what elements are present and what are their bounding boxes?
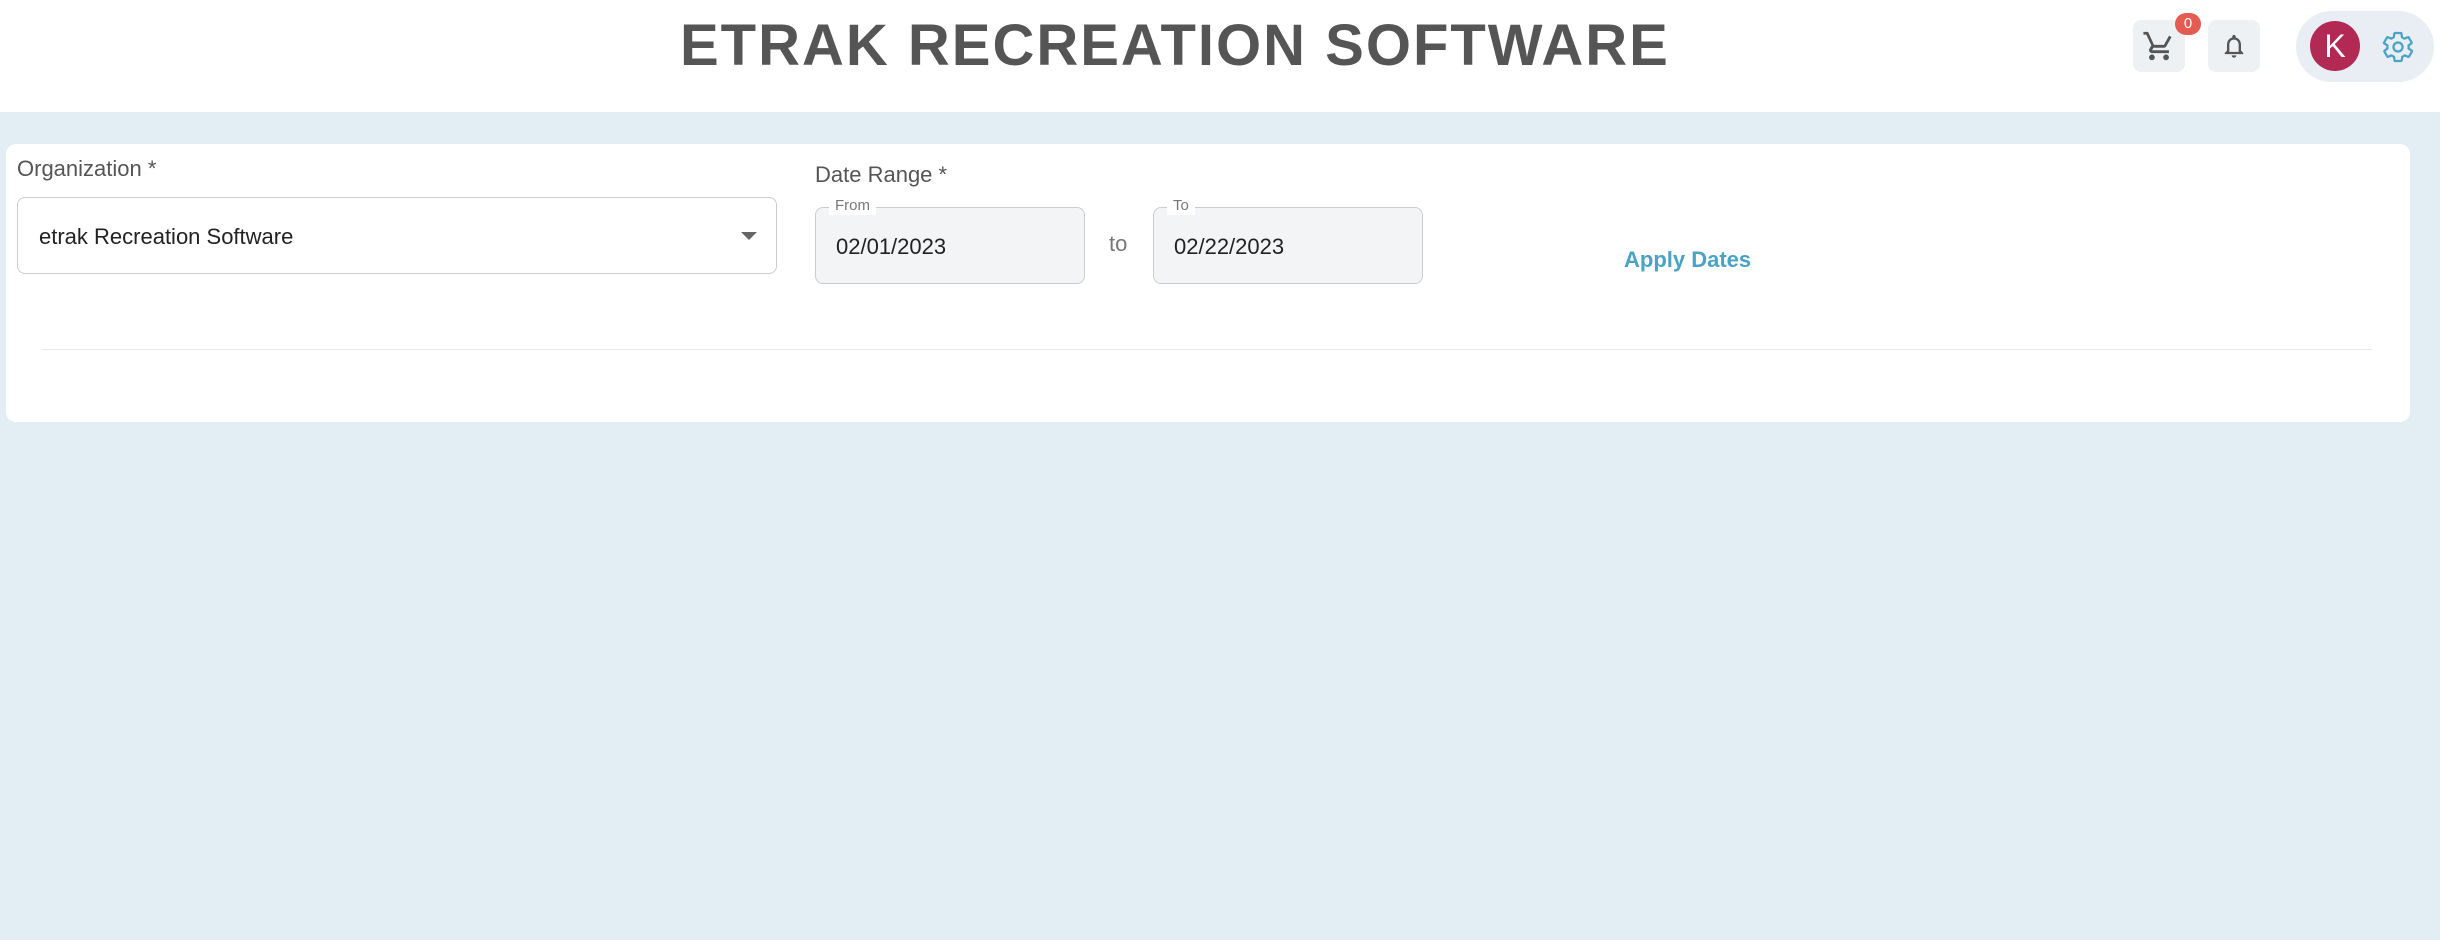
organization-select-value: etrak Recreation Software [39,224,294,249]
avatar[interactable]: K [2310,21,2360,71]
divider [42,349,2372,350]
cart-count-badge: 0 [2175,13,2201,35]
bell-icon [2220,32,2248,60]
cart-icon [2142,29,2176,63]
from-date-label: From [829,197,876,215]
to-date-input[interactable]: To 02/22/2023 [1153,197,1423,284]
apply-dates-button[interactable]: Apply Dates [1624,247,1751,273]
to-date-label: To [1167,197,1195,215]
to-date-value: 02/22/2023 [1174,234,1285,259]
settings-button[interactable] [2378,27,2418,67]
gear-icon [2381,30,2415,64]
from-date-input[interactable]: From 02/01/2023 [815,197,1085,284]
organization-label: Organization * [17,156,157,181]
date-separator: to [1109,231,1128,256]
notifications-button[interactable] [2208,20,2260,72]
app-title: ETRAK RECREATION SOFTWARE [680,13,1670,78]
date-range-label: Date Range * [815,162,948,187]
organization-select[interactable]: etrak Recreation Software [17,197,777,274]
from-date-value: 02/01/2023 [836,234,947,259]
dropdown-arrow-icon [741,232,757,240]
